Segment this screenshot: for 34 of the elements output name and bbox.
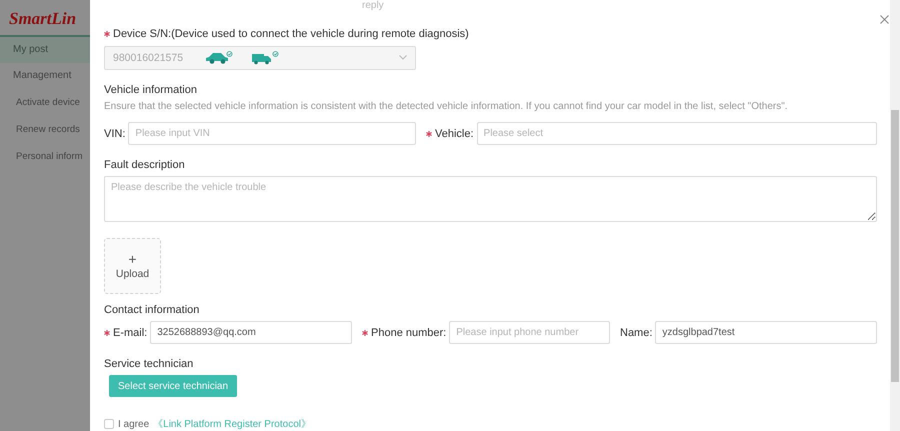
input-field[interactable]: Please input phone number (449, 321, 610, 344)
sidebar-item[interactable]: Activate device (0, 89, 90, 116)
close-icon[interactable] (880, 15, 889, 24)
description-field[interactable]: Please describe the vehicle trouble (104, 176, 877, 222)
sidebar-item[interactable]: My post (0, 37, 90, 63)
field-label: VIN: (104, 126, 126, 142)
hint-text: Ensure that the selected vehicle information is consistent with the detected vehicle information. If you cannot find your car model in the list, select "Others". (104, 100, 789, 114)
field-label: Vehicle: (435, 126, 474, 142)
field-label: Device S/N:(Device used to connect the vehicle during remote diagnosis) (113, 28, 469, 40)
reply-text: reply (362, 0, 384, 12)
section-heading: Contact information (104, 303, 200, 318)
sidebar-item[interactable]: Management (0, 63, 90, 89)
logo-text: SmartLin (8, 8, 76, 30)
field-label: Phone number: (371, 326, 446, 341)
section-heading: Service technician (104, 357, 194, 372)
input-field[interactable]: yzdsglbpad7test (655, 321, 877, 344)
section-heading: Fault description (104, 158, 186, 174)
scrollbar[interactable] (890, 0, 900, 431)
input-field[interactable]: Please input VIN (128, 122, 416, 146)
truck-icon (251, 50, 280, 65)
select-technician-button[interactable]: Select service technician (109, 375, 238, 398)
sidebar-item[interactable]: Personal inform (0, 143, 90, 170)
upload-button[interactable]: + Upload (104, 238, 161, 294)
field-label: Name: (620, 326, 652, 341)
sidebar-item[interactable]: Renew records (0, 116, 90, 143)
caret-icon (399, 55, 407, 60)
input-field[interactable]: 3252688893@qq.com (150, 321, 352, 344)
checkbox[interactable] (104, 419, 114, 430)
protocol-link[interactable]: 《Link Platform Register Protocol》 (153, 417, 311, 431)
agreement-text: I agree (118, 418, 150, 430)
car-icon (205, 50, 234, 65)
input-field[interactable]: Please select (476, 122, 877, 146)
field-label: E-mail: (113, 326, 148, 341)
section-heading: Vehicle information (104, 82, 198, 98)
